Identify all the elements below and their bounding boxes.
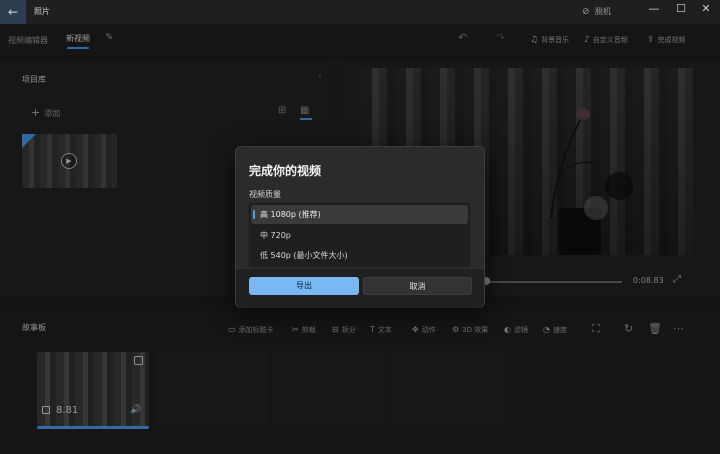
- finish-video-dialog: 完成你的视频 视频质量 高 1080p (推荐) 中 720p 低 540p (…: [235, 146, 485, 308]
- video-quality-label: 视频质量: [249, 190, 281, 199]
- dialog-title: 完成你的视频: [249, 164, 322, 178]
- selected-indicator: [253, 210, 255, 219]
- quality-option-label: 高 1080p (推荐): [260, 210, 321, 219]
- export-button[interactable]: 导出: [249, 277, 359, 295]
- app-title: 照片: [34, 7, 50, 16]
- quality-option-label: 中 720p: [260, 231, 291, 240]
- offline-label: 脱机: [595, 7, 611, 16]
- cloud-off-icon: ⊘: [582, 7, 590, 17]
- video-quality-list: 高 1080p (推荐) 中 720p 低 540p (最小文件大小): [248, 202, 471, 268]
- quality-option-medium[interactable]: 中 720p: [251, 226, 468, 245]
- back-arrow-icon[interactable]: ←: [0, 0, 26, 24]
- cancel-button[interactable]: 取消: [363, 277, 472, 295]
- quality-option-label: 低 540p (最小文件大小): [260, 251, 348, 260]
- quality-option-high[interactable]: 高 1080p (推荐): [251, 205, 468, 224]
- close-button[interactable]: ✕: [696, 2, 716, 15]
- quality-option-low[interactable]: 低 540p (最小文件大小): [251, 246, 468, 265]
- maximize-button[interactable]: ☐: [671, 2, 691, 15]
- minimize-button[interactable]: —: [644, 2, 664, 15]
- offline-indicator: ⊘ 脱机: [582, 6, 611, 17]
- title-bar: [0, 0, 720, 24]
